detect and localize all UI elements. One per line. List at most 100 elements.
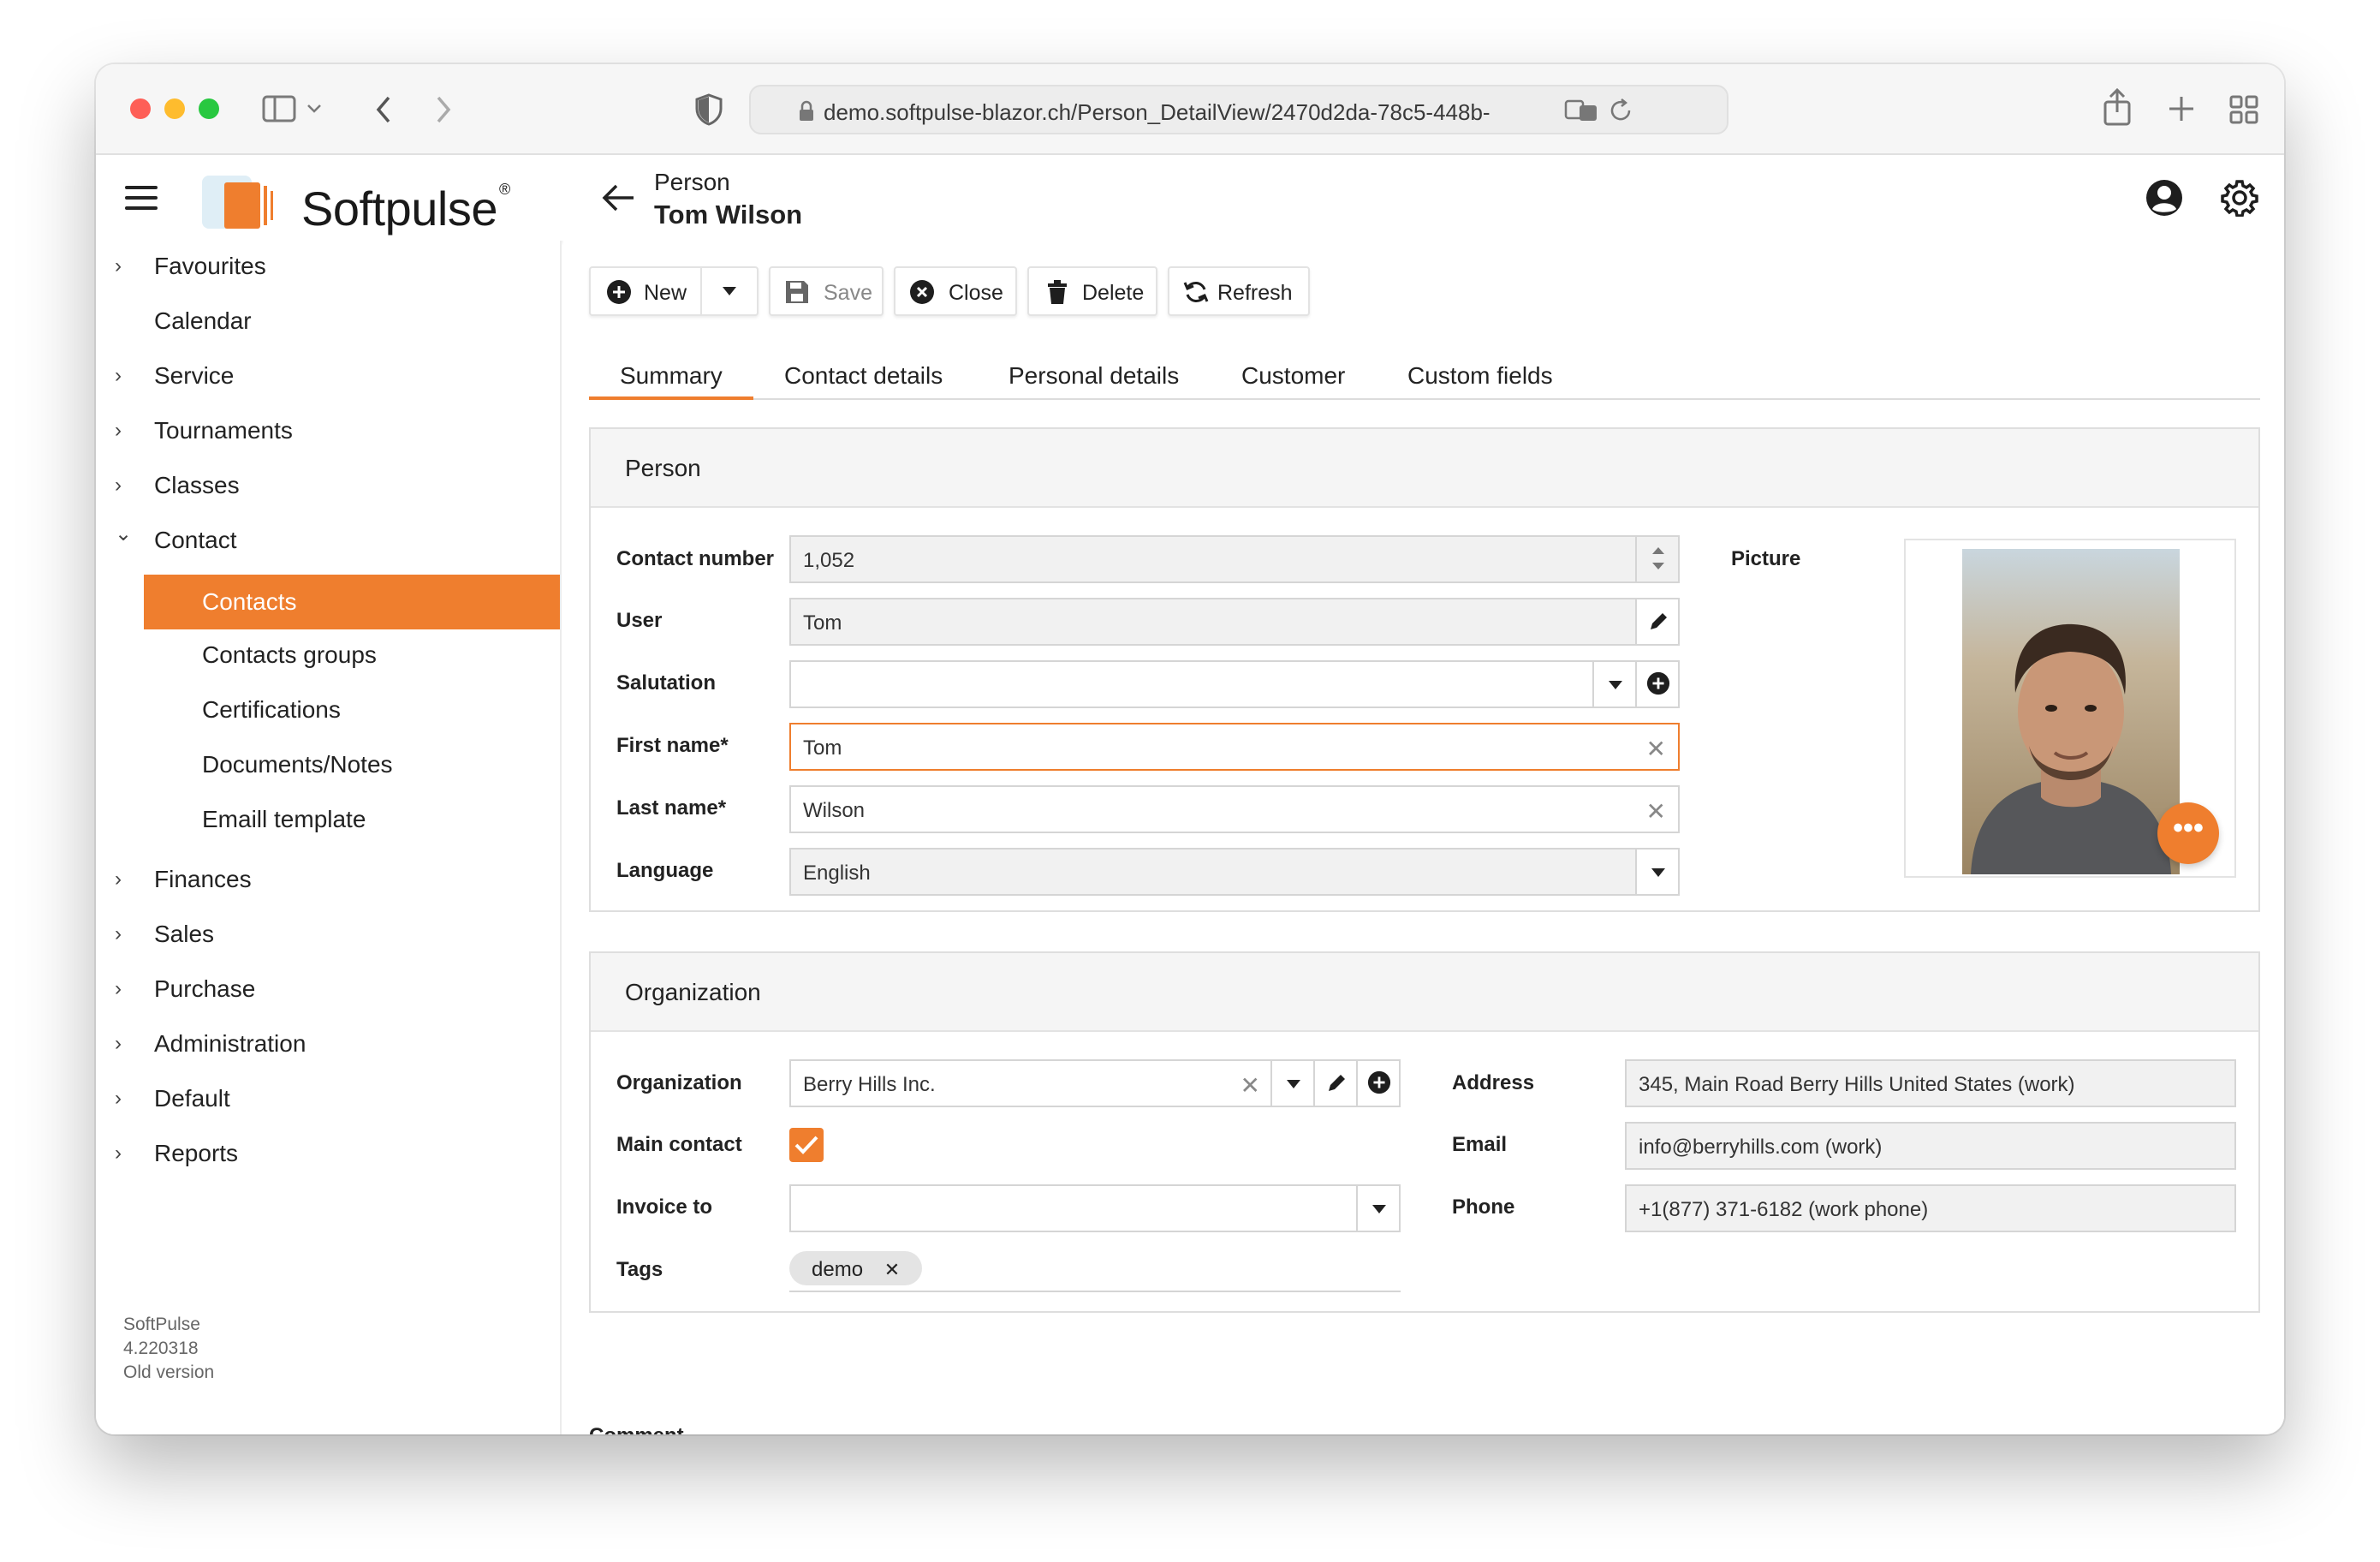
number-spinner[interactable] (1635, 537, 1678, 581)
sidebar-toggle-icon[interactable] (262, 95, 296, 122)
panel-title: Organization (591, 953, 2258, 1032)
sidebar-item-contacts-groups[interactable]: Contacts groups (96, 629, 562, 681)
remove-tag-icon[interactable]: ✕ (884, 1260, 900, 1281)
clear-icon[interactable]: ✕ (1646, 735, 1666, 763)
tab-summary[interactable]: Summary (620, 362, 723, 390)
refresh-button[interactable]: Refresh (1168, 266, 1310, 316)
sidebar-item-sales[interactable]: › Sales (96, 909, 562, 960)
share-icon[interactable] (2103, 88, 2132, 126)
shield-icon[interactable] (695, 93, 723, 126)
sidebar-item-service[interactable]: › Service (96, 350, 562, 402)
clear-icon[interactable]: ✕ (1646, 797, 1666, 826)
clear-icon[interactable]: ✕ (1241, 1071, 1260, 1100)
sidebar-item-tournaments[interactable]: › Tournaments (96, 405, 562, 456)
chevron-right-icon: › (115, 977, 122, 1000)
sidebar-item-email-template[interactable]: Emaill template (96, 794, 562, 845)
tab-bar: Summary Contact details Personal details… (589, 355, 2260, 400)
language-dropdown-button[interactable] (1635, 850, 1678, 894)
tab-contact-details[interactable]: Contact details (784, 362, 943, 390)
back-nav-icon[interactable] (375, 95, 392, 124)
picture-actions-button[interactable]: ••• (2157, 802, 2219, 864)
reload-icon[interactable] (1609, 98, 1634, 124)
tags-input[interactable]: demo ✕ (789, 1246, 1401, 1292)
organization-panel: Organization Organization Berry Hills In… (589, 951, 2260, 1313)
field-label: Organization (616, 1071, 742, 1094)
delete-label: Delete (1082, 281, 1145, 305)
tab-custom-fields[interactable]: Custom fields (1407, 362, 1553, 390)
caret-down-icon (1609, 681, 1622, 689)
salutation-select[interactable] (789, 660, 1680, 708)
save-button[interactable]: Save (769, 266, 884, 316)
sidebar-item-favourites[interactable]: › Favourites (96, 241, 562, 292)
organization-dropdown-button[interactable] (1270, 1061, 1313, 1106)
sidebar-item-certifications[interactable]: Certifications (96, 684, 562, 736)
minimize-window-button[interactable] (164, 98, 185, 119)
trash-icon (1048, 280, 1067, 304)
plus-circle-icon (607, 280, 631, 304)
invoice-to-dropdown-button[interactable] (1356, 1186, 1399, 1231)
user-field[interactable]: Tom (789, 598, 1680, 646)
delete-button[interactable]: Delete (1027, 266, 1157, 316)
sidebar-item-administration[interactable]: › Administration (96, 1018, 562, 1070)
caret-down-icon (1287, 1080, 1300, 1088)
sidebar-item-label: Administration (154, 1030, 306, 1057)
sidebar-item-contacts[interactable]: Contacts (144, 575, 560, 629)
maximize-window-button[interactable] (199, 98, 219, 119)
new-tab-icon[interactable] (2168, 95, 2195, 122)
chevron-right-icon: › (115, 867, 122, 891)
close-button[interactable]: Close (894, 266, 1017, 316)
sidebar-item-documents-notes[interactable]: Documents/Notes (96, 739, 562, 790)
sidebar-item-default[interactable]: › Default (96, 1073, 562, 1124)
sidebar-item-classes[interactable]: › Classes (96, 460, 562, 511)
add-organization-button[interactable] (1356, 1061, 1399, 1106)
field-label: Tags (616, 1258, 663, 1281)
add-salutation-button[interactable] (1635, 662, 1678, 706)
forward-nav-icon[interactable] (435, 95, 452, 124)
invoice-to-select[interactable] (789, 1184, 1401, 1232)
new-dropdown-button[interactable] (700, 268, 757, 314)
last-name-input[interactable]: Wilson ✕ (789, 785, 1680, 833)
sidebar-item-label: Emaill template (202, 806, 366, 832)
arrow-left-icon[interactable] (601, 182, 635, 213)
new-button[interactable]: New (591, 268, 700, 314)
version-number: 4.220318 (123, 1338, 199, 1358)
close-window-button[interactable] (130, 98, 151, 119)
tab-customer[interactable]: Customer (1241, 362, 1345, 390)
gear-icon[interactable] (2221, 179, 2258, 217)
tab-personal-details[interactable]: Personal details (1009, 362, 1179, 390)
chevron-down-icon[interactable] (306, 104, 322, 114)
menu-icon[interactable] (125, 186, 158, 217)
sidebar-item-purchase[interactable]: › Purchase (96, 963, 562, 1015)
sidebar-item-label: Contact (154, 527, 237, 553)
field-value: Tom (803, 611, 842, 635)
sidebar-item-finances[interactable]: › Finances (96, 854, 562, 905)
lock-icon (800, 100, 813, 121)
contact-number-field[interactable]: 1,052 (789, 535, 1680, 583)
profile-photo[interactable] (1962, 549, 2180, 874)
translate-icon[interactable] (1564, 98, 1598, 122)
edit-user-button[interactable] (1635, 599, 1678, 644)
language-select[interactable]: English (789, 848, 1680, 896)
user-account-icon[interactable] (2145, 179, 2183, 217)
softpulse-logo-icon (202, 176, 273, 229)
field-label: Invoice to (616, 1195, 713, 1219)
sidebar-item-label: Service (154, 362, 235, 389)
version-info: SoftPulse 4.220318 Old version (123, 1313, 214, 1385)
sidebar-item-calendar[interactable]: Calendar (96, 295, 562, 347)
sidebar-item-contact[interactable]: ⌄ Contact (96, 515, 562, 566)
close-circle-icon (910, 280, 934, 304)
save-label: Save (824, 281, 872, 305)
tab-overview-icon[interactable] (2229, 95, 2258, 124)
header-subtitle: Person (654, 169, 730, 195)
save-icon (786, 281, 808, 303)
main-contact-checkbox[interactable] (789, 1128, 824, 1162)
sidebar-item-reports[interactable]: › Reports (96, 1128, 562, 1179)
chevron-right-icon: › (115, 1142, 122, 1165)
edit-organization-button[interactable] (1313, 1061, 1356, 1106)
chevron-down-icon: ⌄ (115, 522, 133, 546)
address-bar[interactable]: demo.softpulse-blazor.ch/Person_DetailVi… (749, 85, 1728, 134)
app-header: Softpulse ® Person Tom Wilson (96, 155, 2284, 241)
organization-select[interactable]: Berry Hills Inc. ✕ (789, 1059, 1401, 1107)
first-name-input[interactable]: Tom ✕ (789, 723, 1680, 771)
salutation-dropdown-button[interactable] (1592, 662, 1635, 706)
